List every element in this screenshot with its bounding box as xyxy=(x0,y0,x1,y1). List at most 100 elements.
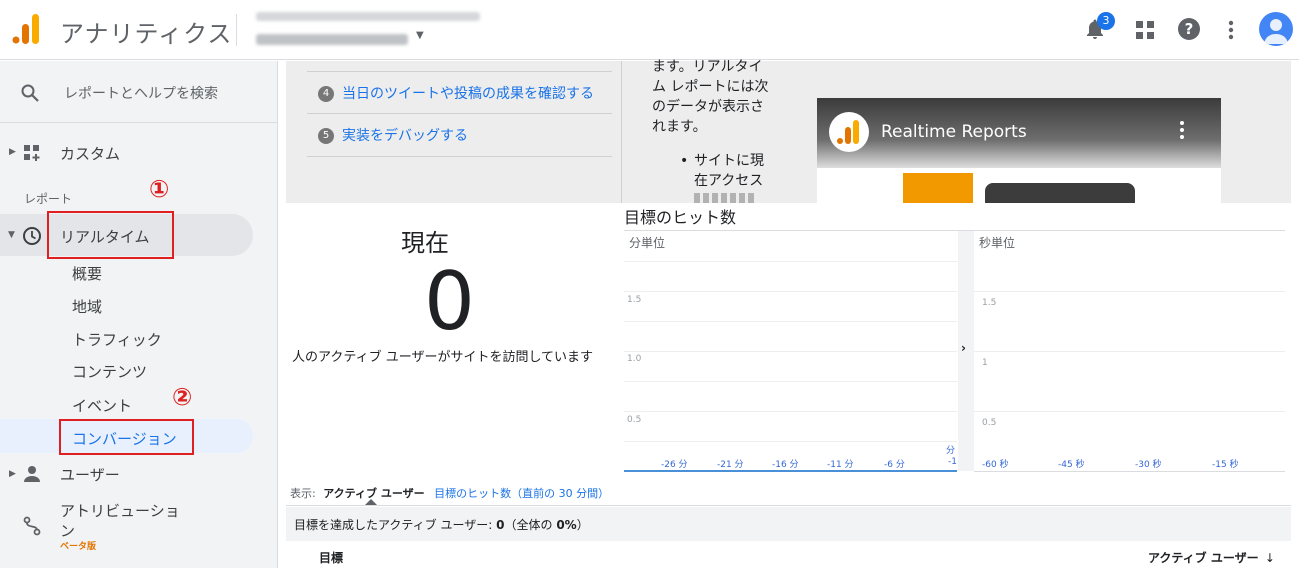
person-icon xyxy=(1264,19,1288,44)
summary-bar: 目標を達成したアクティブ ユーザー: 0（全体の 0%） xyxy=(286,507,1291,541)
x-tick: 分 xyxy=(946,446,956,456)
x-tick: -6 分 xyxy=(884,460,905,470)
header-divider xyxy=(236,14,237,46)
video-thumbnail-text-graphic xyxy=(985,183,1135,203)
sidebar-subitem-content[interactable]: コンテンツ xyxy=(72,361,147,382)
sidebar-subitem-conversions[interactable]: コンバージョン xyxy=(72,428,177,449)
chart-axis-line xyxy=(624,470,957,472)
chart-border xyxy=(624,230,1285,231)
sidebar-item-attribution[interactable]: アトリビューショ xyxy=(60,500,180,521)
video-channel-logo xyxy=(829,112,869,152)
bullet-icon: • xyxy=(680,153,689,169)
video-thumbnail-graphic xyxy=(903,173,973,203)
sidebar-subitem-overview[interactable]: 概要 xyxy=(72,263,102,284)
chart-axis-line xyxy=(974,471,1285,472)
apps-grid-icon[interactable] xyxy=(1136,21,1154,39)
clock-icon xyxy=(23,227,41,245)
summary-percent: 0% xyxy=(556,518,577,532)
active-users-description: 人のアクティブ ユーザーがサイトを訪問しています xyxy=(292,350,594,365)
active-users-count: 0 xyxy=(424,255,475,348)
collapse-caret-icon[interactable]: ▼ xyxy=(8,230,15,240)
section-label-reports: レポート xyxy=(24,192,73,206)
x-tick: -45 秒 xyxy=(1058,460,1085,470)
summary-suffix: ） xyxy=(576,518,589,532)
notification-count-badge: 3 xyxy=(1097,12,1115,30)
goal-hits-title: 目標のヒット数 xyxy=(624,208,737,227)
step-link-4[interactable]: 4 当日のツイートや投稿の成果を確認する xyxy=(318,83,594,103)
sidebar: レポートとヘルプを検索 ▶ カスタム レポート ① ▼ リアルタイム 概要 地域… xyxy=(0,61,278,568)
video-player[interactable]: Realtime Reports xyxy=(817,98,1221,203)
y-tick: 1.5 xyxy=(627,295,642,305)
summary-prefix: 目標を達成したアクティブ ユーザー: xyxy=(294,518,497,532)
sort-arrow-down-icon[interactable]: ↓ xyxy=(1265,551,1275,565)
chevron-right-icon[interactable]: › xyxy=(961,341,966,355)
analytics-logo-icon xyxy=(837,120,859,144)
summary-middle: （全体の xyxy=(504,518,557,532)
gridline xyxy=(624,381,957,382)
step-text: 当日のツイートや投稿の成果を確認する xyxy=(342,86,594,102)
x-tick: -15 秒 xyxy=(1212,460,1239,470)
sidebar-item-realtime-label: リアルタイム xyxy=(60,228,150,246)
divider xyxy=(307,156,612,157)
dashboard-custom-icon xyxy=(24,145,40,161)
active-tab-indicator xyxy=(365,499,377,505)
summary-text: 目標を達成したアクティブ ユーザー: 0（全体の 0%） xyxy=(294,516,589,533)
account-dropdown-icon[interactable]: ▼ xyxy=(416,30,424,41)
description-line: ます。リアルタイ xyxy=(652,59,763,75)
beta-badge: ベータ版 xyxy=(60,542,97,552)
sidebar-subitem-locations[interactable]: 地域 xyxy=(72,296,102,317)
y-tick: 0.5 xyxy=(982,418,997,428)
expand-caret-icon[interactable]: ▶ xyxy=(9,147,16,157)
tabs-divider xyxy=(286,505,1291,506)
y-tick: 1.0 xyxy=(627,354,642,364)
description-line: ム レポートには次 xyxy=(652,79,769,95)
y-tick: 1.5 xyxy=(982,298,997,308)
column-header-label: アクティブ ユーザー xyxy=(1148,551,1259,565)
column-header-goal[interactable]: 目標 xyxy=(319,549,343,566)
bullet-line-clipped xyxy=(694,193,754,203)
more-vert-icon[interactable] xyxy=(1224,18,1238,42)
tab-goal-hits[interactable]: 目標のヒット数（直前の 30 分間） xyxy=(434,487,609,500)
search-icon[interactable] xyxy=(20,83,40,103)
realtime-intro-panel: 4 当日のツイートや投稿の成果を確認する 5 実装をデバッグする ます。リアルタイ … xyxy=(286,59,1291,203)
step-link-5[interactable]: 5 実装をデバッグする xyxy=(318,125,468,145)
sidebar-item-users[interactable]: ユーザー xyxy=(60,464,120,485)
gridline xyxy=(974,411,1285,412)
gridline xyxy=(624,441,957,442)
x-tick: -1 xyxy=(948,457,957,467)
sidebar-item-custom[interactable]: カスタム xyxy=(60,143,120,164)
step-number: 4 xyxy=(318,86,334,102)
annotation-number-2: ② xyxy=(172,383,193,411)
x-tick: -11 分 xyxy=(827,460,854,470)
description-line: れます。 xyxy=(652,119,707,135)
gridline xyxy=(974,351,1285,352)
column-header-active-users[interactable]: アクティブ ユーザー ↓ xyxy=(1148,549,1275,566)
view-tabs-prefix: 表示: xyxy=(290,487,316,500)
x-tick: -30 秒 xyxy=(1135,460,1162,470)
annotation-number-1: ① xyxy=(149,175,170,203)
table-header: 目標 アクティブ ユーザー ↓ xyxy=(286,541,1291,568)
bullet-line: 在アクセス xyxy=(694,173,764,189)
person-icon xyxy=(24,466,40,482)
main-content: 4 当日のツイートや投稿の成果を確認する 5 実装をデバッグする ます。リアルタイ … xyxy=(279,59,1299,568)
gridline xyxy=(624,261,957,262)
x-tick: -21 分 xyxy=(717,460,744,470)
top-bar: アナリティクス ▼ 3 ? xyxy=(0,0,1299,60)
search-input[interactable]: レポートとヘルプを検索 xyxy=(64,83,218,103)
property-name-blurred[interactable] xyxy=(256,34,408,45)
analytics-logo-icon[interactable] xyxy=(12,14,40,44)
y-tick: 1 xyxy=(982,358,988,368)
video-menu-icon[interactable] xyxy=(1179,120,1185,140)
panel-divider xyxy=(621,61,622,203)
account-avatar[interactable] xyxy=(1259,12,1293,46)
step-number: 5 xyxy=(318,128,334,144)
help-icon[interactable]: ? xyxy=(1178,18,1200,40)
account-name-blurred[interactable] xyxy=(256,12,480,21)
sidebar-subitem-traffic[interactable]: トラフィック xyxy=(72,329,162,350)
sidebar-subitem-events[interactable]: イベント xyxy=(72,395,132,416)
expand-caret-icon[interactable]: ▶ xyxy=(9,469,16,479)
current-label: 現在 xyxy=(401,229,449,257)
gridline xyxy=(624,351,957,352)
sidebar-divider xyxy=(0,122,278,123)
bullet-line: サイトに現 xyxy=(694,153,764,169)
